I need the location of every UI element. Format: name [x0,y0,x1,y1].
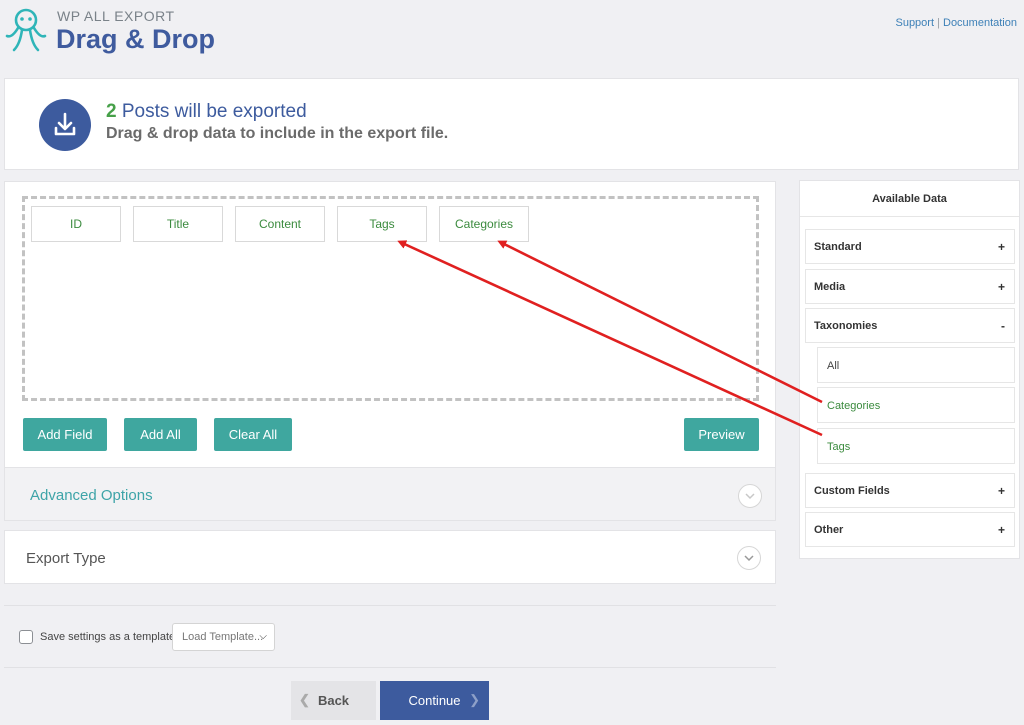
sidebar-item-standard[interactable]: Standard + [805,229,1015,264]
support-link[interactable]: Support [895,17,934,29]
divider [4,605,776,606]
sidebar-item-taxonomies[interactable]: Taxonomies - [805,308,1015,343]
drop-zone[interactable]: ID Title Content Tags Categories [22,196,759,401]
plus-icon: + [997,280,1005,294]
download-icon [39,99,91,151]
available-data-panel: Available Data Standard + Media + Taxono… [799,180,1020,559]
sidebar-item-label: Custom Fields [814,485,890,497]
add-field-button[interactable]: Add Field [23,418,107,451]
sidebar-item-label: Media [814,281,846,293]
load-template-select[interactable]: Load Template... ⌵ [172,623,275,651]
sidebar-item-label: Standard [814,241,862,253]
taxonomy-item-all[interactable]: All [817,347,1015,383]
continue-button-label: Continue [408,693,461,708]
fields-panel: ID Title Content Tags Categories Add Fie… [4,181,776,468]
field-chip-tags[interactable]: Tags [337,206,427,242]
preview-button[interactable]: Preview [684,418,759,451]
continue-button[interactable]: Continue ❯ [380,681,489,720]
plus-icon: + [997,240,1005,254]
chevron-right-icon: ❯ [469,692,480,707]
link-separator: | [937,17,940,29]
minus-icon: - [1001,319,1005,333]
load-template-value: Load Template... [182,631,264,643]
sidebar-item-label: Taxonomies [814,320,878,332]
export-instructions: Drag & drop data to include in the expor… [106,125,449,142]
sidebar-item-label: Other [814,524,844,536]
export-count-banner: 2 Posts will be exported Drag & drop dat… [4,78,1019,170]
export-type-section[interactable]: Export Type [4,530,776,584]
save-template-checkbox[interactable] [19,630,33,644]
clear-all-button[interactable]: Clear All [214,418,292,451]
back-button[interactable]: ❮ Back [291,681,376,720]
plus-icon: + [997,523,1005,537]
field-chip-categories[interactable]: Categories [439,206,529,242]
field-chip-content[interactable]: Content [235,206,325,242]
sidebar-item-media[interactable]: Media + [805,269,1015,304]
post-count: 2 [106,101,117,122]
page-title: Drag & Drop [56,24,216,54]
sidebar-item-other[interactable]: Other + [805,512,1015,547]
chevron-down-icon[interactable] [738,484,762,508]
advanced-options-section[interactable]: Advanced Options [4,467,776,521]
sidebar-item-custom-fields[interactable]: Custom Fields + [805,473,1015,508]
header-links: Support | Documentation [895,17,1017,29]
export-count-title: 2 Posts will be exported [106,101,307,123]
back-button-label: Back [317,693,350,708]
taxonomy-item-categories[interactable]: Categories [817,387,1015,423]
brand-name: WP ALL EXPORT [57,8,175,24]
octopus-logo-icon [5,8,47,52]
chevron-down-icon: ⌵ [259,631,267,642]
plus-icon: + [997,484,1005,498]
save-template-label: Save settings as a template [40,631,176,643]
available-data-title: Available Data [800,181,1019,217]
chevron-down-icon[interactable] [737,546,761,570]
field-chip-id[interactable]: ID [31,206,121,242]
add-all-button[interactable]: Add All [124,418,197,451]
export-count-text: Posts will be exported [121,101,307,122]
field-chip-title[interactable]: Title [133,206,223,242]
chevron-left-icon: ❮ [299,692,310,707]
divider [4,667,776,668]
taxonomy-item-tags[interactable]: Tags [817,428,1015,464]
export-type-label: Export Type [26,550,106,567]
advanced-options-label: Advanced Options [30,487,153,504]
documentation-link[interactable]: Documentation [943,17,1017,29]
